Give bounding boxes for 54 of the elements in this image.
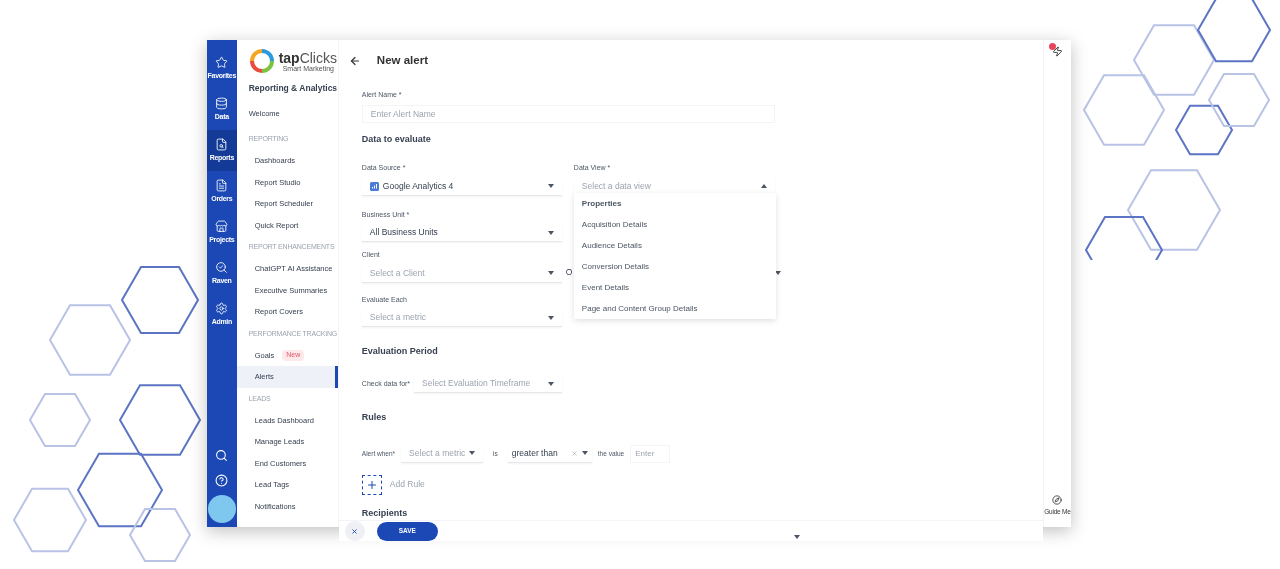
caret-icon — [581, 451, 588, 456]
page-title: New alert — [376, 53, 428, 68]
plus-icon — [365, 478, 378, 491]
database-icon — [215, 96, 229, 110]
search-icon[interactable] — [215, 449, 229, 462]
select-field[interactable]: All Business Units — [361, 224, 562, 243]
dropdown-option[interactable]: Event Details — [573, 277, 776, 299]
brand-name: tapClicks — [278, 50, 337, 65]
lightning-icon[interactable] — [1051, 46, 1063, 57]
document-icon — [215, 178, 229, 192]
back-arrow-icon[interactable] — [348, 54, 361, 67]
caret-icon — [547, 184, 554, 189]
section-heading: Data to evaluate — [361, 132, 432, 146]
dropdown-option[interactable]: Conversion Details — [573, 256, 776, 278]
select-placeholder: Select a data view — [581, 179, 652, 193]
section-heading: Recipients — [361, 506, 409, 520]
operator-select[interactable]: greater than — [507, 444, 592, 463]
rule-value-input[interactable]: Enter — [630, 444, 671, 463]
magnifier-icon — [215, 260, 229, 274]
caret-icon — [469, 451, 476, 456]
select-value: Google Analytics 4 — [382, 179, 455, 193]
select-placeholder: Select a metric — [369, 311, 428, 325]
dropdown-option[interactable]: Audience Details — [573, 235, 776, 257]
caret-icon — [547, 230, 554, 235]
caret-icon — [774, 270, 781, 275]
settings-icon — [215, 301, 229, 315]
select-value: greater than — [511, 446, 559, 460]
select-placeholder: Select Evaluation Timeframe — [422, 377, 532, 390]
caret-icon — [547, 315, 554, 320]
store-icon — [215, 219, 229, 233]
select-value: All Business Units — [369, 226, 439, 240]
alert-name-input[interactable]: Enter Alert Name — [361, 104, 775, 123]
close-icon — [351, 527, 359, 535]
caret-icon — [547, 271, 554, 276]
section-heading: Rules — [361, 411, 388, 425]
dropdown-option[interactable]: Acquisition Details — [573, 214, 776, 236]
section-heading: Evaluation Period — [361, 345, 439, 359]
analytics-icon — [369, 181, 379, 191]
help-icon[interactable] — [215, 474, 229, 487]
select-placeholder: Select a metric — [409, 446, 466, 460]
caret-icon — [548, 381, 555, 386]
caret-icon — [760, 184, 767, 189]
compass-icon — [1052, 495, 1063, 506]
select-field[interactable]: Google Analytics 4 — [361, 177, 562, 196]
option-group-label: Properties — [580, 197, 623, 210]
caret-icon — [793, 535, 800, 540]
dropdown-option[interactable]: Page and Content Group Details — [573, 298, 776, 320]
avatar[interactable] — [207, 495, 236, 523]
report-icon — [215, 137, 229, 151]
select-placeholder: Select a Client — [369, 266, 426, 280]
star-icon — [215, 55, 229, 69]
brand-logo-icon — [248, 48, 275, 74]
select-value: O — [565, 266, 573, 280]
app-title: Reporting & Analytics — [247, 82, 338, 95]
